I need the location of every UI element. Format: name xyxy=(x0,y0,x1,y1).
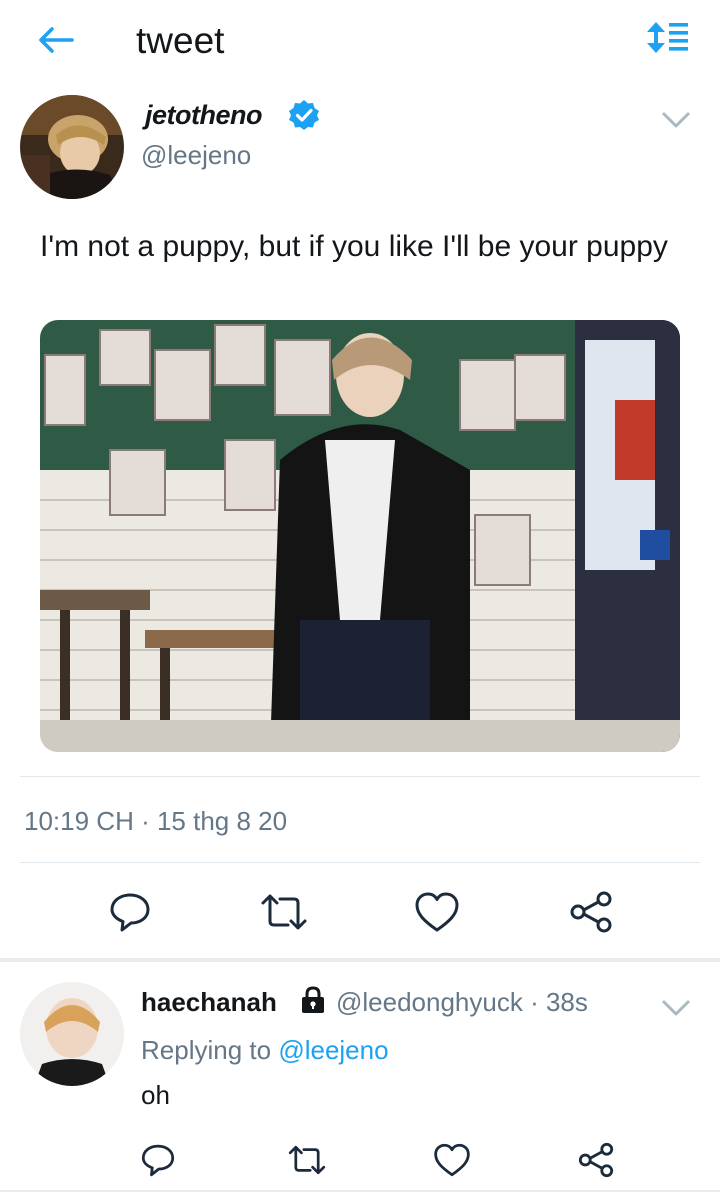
chevron-down-icon[interactable] xyxy=(658,996,694,1020)
reply-author-avatar[interactable] xyxy=(20,982,124,1086)
replying-to-label: Replying to xyxy=(141,1035,279,1065)
sort-lines-icon xyxy=(647,22,688,53)
share-icon xyxy=(578,1142,614,1178)
reply-text: oh xyxy=(141,1080,170,1110)
replying-to-line: Replying to @leejeno xyxy=(141,1035,389,1066)
section-divider xyxy=(0,958,720,962)
reply-reply-button[interactable] xyxy=(132,1134,184,1186)
reply-icon xyxy=(110,893,150,932)
tweet-timestamp: 10:19 CH · 15 thg 8 20 xyxy=(24,806,288,836)
reply-share-button[interactable] xyxy=(570,1134,622,1186)
like-button[interactable] xyxy=(411,886,463,938)
tweet-text: I'm not a puppy, but if you like I'll be… xyxy=(40,230,668,263)
lock-icon xyxy=(302,986,324,1013)
retweet-icon xyxy=(288,1145,326,1175)
reply-icon xyxy=(141,1144,175,1177)
arrow-left-icon xyxy=(39,27,74,53)
share-button[interactable] xyxy=(565,886,617,938)
heart-icon xyxy=(415,892,459,932)
reply-retweet-button[interactable] xyxy=(281,1134,333,1186)
back-button[interactable] xyxy=(34,22,78,58)
share-icon xyxy=(570,891,612,933)
reply-author-name[interactable]: haechanah xyxy=(141,987,277,1018)
reply-like-button[interactable] xyxy=(426,1134,478,1186)
verified-badge-icon xyxy=(289,100,319,130)
retweet-button[interactable] xyxy=(258,886,310,938)
sort-button[interactable] xyxy=(644,20,692,60)
replying-to-mention[interactable]: @leejeno xyxy=(278,1035,388,1065)
top-app-bar: tweet xyxy=(0,0,720,82)
author-avatar[interactable] xyxy=(20,95,124,199)
page-title: tweet xyxy=(136,20,225,61)
author-handle[interactable]: @leejeno xyxy=(141,140,251,171)
divider xyxy=(20,776,700,777)
tweet-photo[interactable] xyxy=(40,320,680,752)
divider xyxy=(0,1190,720,1192)
heart-icon xyxy=(434,1143,470,1177)
chevron-down-icon[interactable] xyxy=(658,108,694,132)
retweet-icon xyxy=(261,894,307,930)
divider xyxy=(20,862,700,863)
reply-button[interactable] xyxy=(104,886,156,938)
author-display-name[interactable]: jetotheno xyxy=(145,100,263,131)
reply-handle-time[interactable]: @leedonghyuck · 38s xyxy=(336,987,588,1018)
